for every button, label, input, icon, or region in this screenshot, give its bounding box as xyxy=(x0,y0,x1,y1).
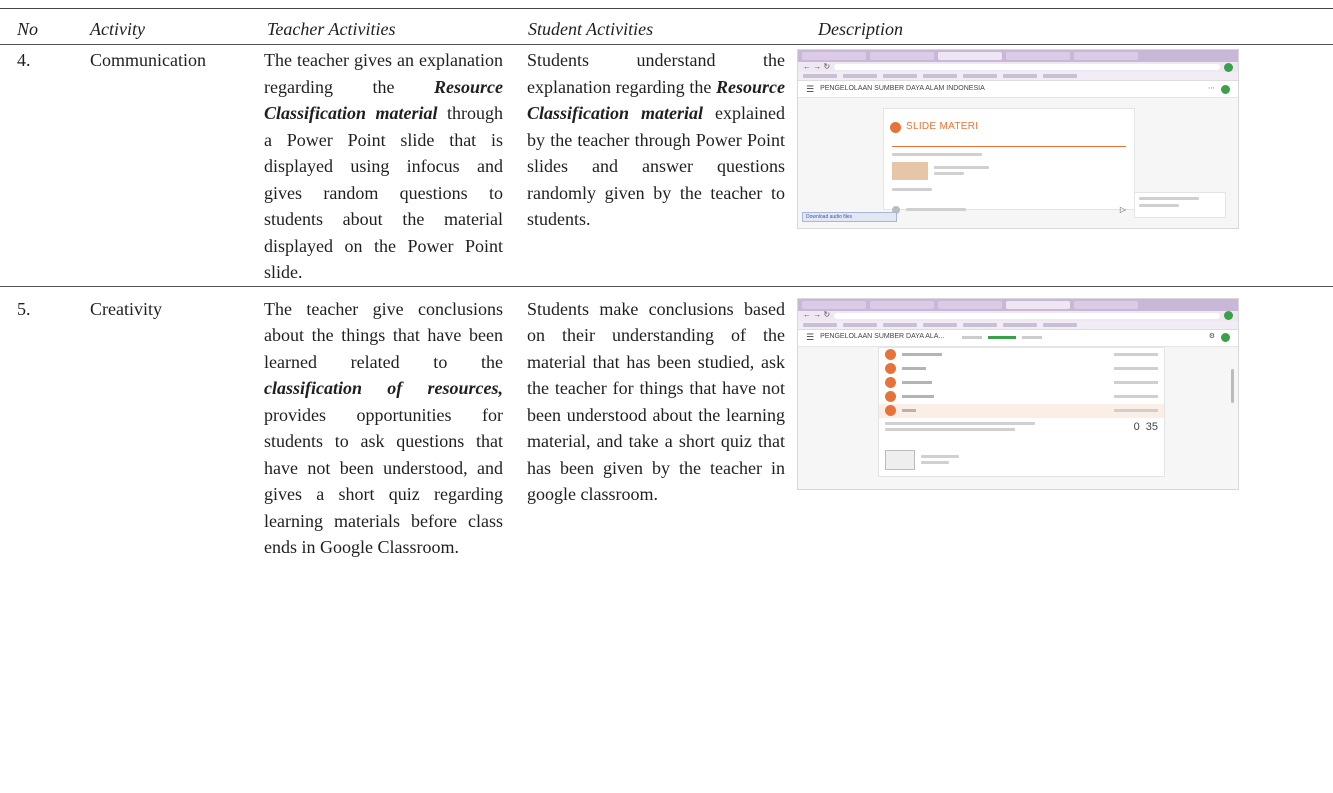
table-row: 4. Communication The teacher gives an ex… xyxy=(0,44,1333,287)
row-number: 5. xyxy=(17,298,31,319)
teacher-emphasis: classification of resources, xyxy=(264,378,503,398)
slide-thumbnail xyxy=(892,161,928,180)
student-activity-cell: Students understand the explanation rega… xyxy=(511,44,789,287)
description-cell: ← → ↻ ☰ PENGELOLAAN SUMBER DAYA ALA... ⚙ xyxy=(789,286,1333,561)
browser-tab-strip xyxy=(798,298,1238,311)
row-activity: Communication xyxy=(73,44,250,287)
table-header-row: No Activity Teacher Activities Student A… xyxy=(0,8,1333,45)
browser-tab-strip xyxy=(798,50,1238,62)
student-text: Students make conclusions based on their… xyxy=(527,298,785,505)
teacher-text-rest: provides opportunities for students to a… xyxy=(264,404,503,558)
stat-turned-in: 35​ xyxy=(1145,420,1158,433)
teacher-activity-cell: The teacher gives an explanation regardi… xyxy=(250,44,511,287)
quiz-thumbnail xyxy=(885,449,915,470)
scrollbar[interactable] xyxy=(1231,368,1234,403)
classroom-header: ☰ PENGELOLAAN SUMBER DAYA ALA... ⚙ xyxy=(798,329,1238,347)
teacher-text-rest: through a Power Point slide that is disp… xyxy=(264,103,504,282)
material-card: SLIDE MATERI ▷ xyxy=(883,108,1135,214)
classroom-header: ☰ PENGELOLAAN SUMBER DAYA ALAM INDONESIA… xyxy=(798,81,1238,98)
row-number: 4. xyxy=(0,44,73,287)
activity-table: No Activity Teacher Activities Student A… xyxy=(0,8,1333,561)
teacher-activity-cell: The teacher give conclusions about the t… xyxy=(250,286,511,561)
row-activity: Creativity xyxy=(90,298,162,319)
avatar xyxy=(1221,84,1230,94)
header-description: Description xyxy=(789,8,1333,45)
menu-icon: ☰ xyxy=(806,83,815,94)
student-activity-cell: Students make conclusions based on their… xyxy=(511,286,789,561)
header-no: No xyxy=(0,8,73,45)
class-name: PENGELOLAAN SUMBER DAYA ALAM INDONESIA xyxy=(820,84,985,92)
material-icon xyxy=(890,121,901,133)
send-icon: ▷ xyxy=(1119,204,1126,214)
teacher-text: The teacher give conclusions about the t… xyxy=(264,298,503,372)
address-bar: ← → ↻ xyxy=(798,310,1238,321)
classwork-list: 0​ 35​ xyxy=(878,346,1165,477)
material-title: SLIDE MATERI xyxy=(906,121,979,132)
classroom-screenshot-quiz: ← → ↻ ☰ PENGELOLAAN SUMBER DAYA ALA... ⚙ xyxy=(797,297,1239,490)
header-student-activities: Student Activities xyxy=(511,8,789,45)
settings-icon: ⚙ xyxy=(1208,333,1215,341)
address-bar: ← → ↻ xyxy=(798,62,1238,72)
notification-popup xyxy=(1134,192,1226,218)
apps-icon: ⋯ xyxy=(1208,84,1215,92)
header-activity: Activity xyxy=(73,8,250,45)
avatar xyxy=(1221,333,1230,342)
header-teacher-activities: Teacher Activities xyxy=(250,8,511,45)
download-bar: Download audio files xyxy=(802,212,897,222)
classroom-screenshot-slide: ← → ↻ ☰ PENGELOLAAN SUMBER DAYA ALAM IND… xyxy=(797,49,1239,229)
table-row: 5. Creativity The teacher give conclusio… xyxy=(0,286,1333,561)
description-cell: ← → ↻ ☰ PENGELOLAAN SUMBER DAYA ALAM IND… xyxy=(789,44,1333,287)
menu-icon: ☰ xyxy=(806,332,815,343)
stat-assigned: 0​ xyxy=(1133,420,1140,433)
